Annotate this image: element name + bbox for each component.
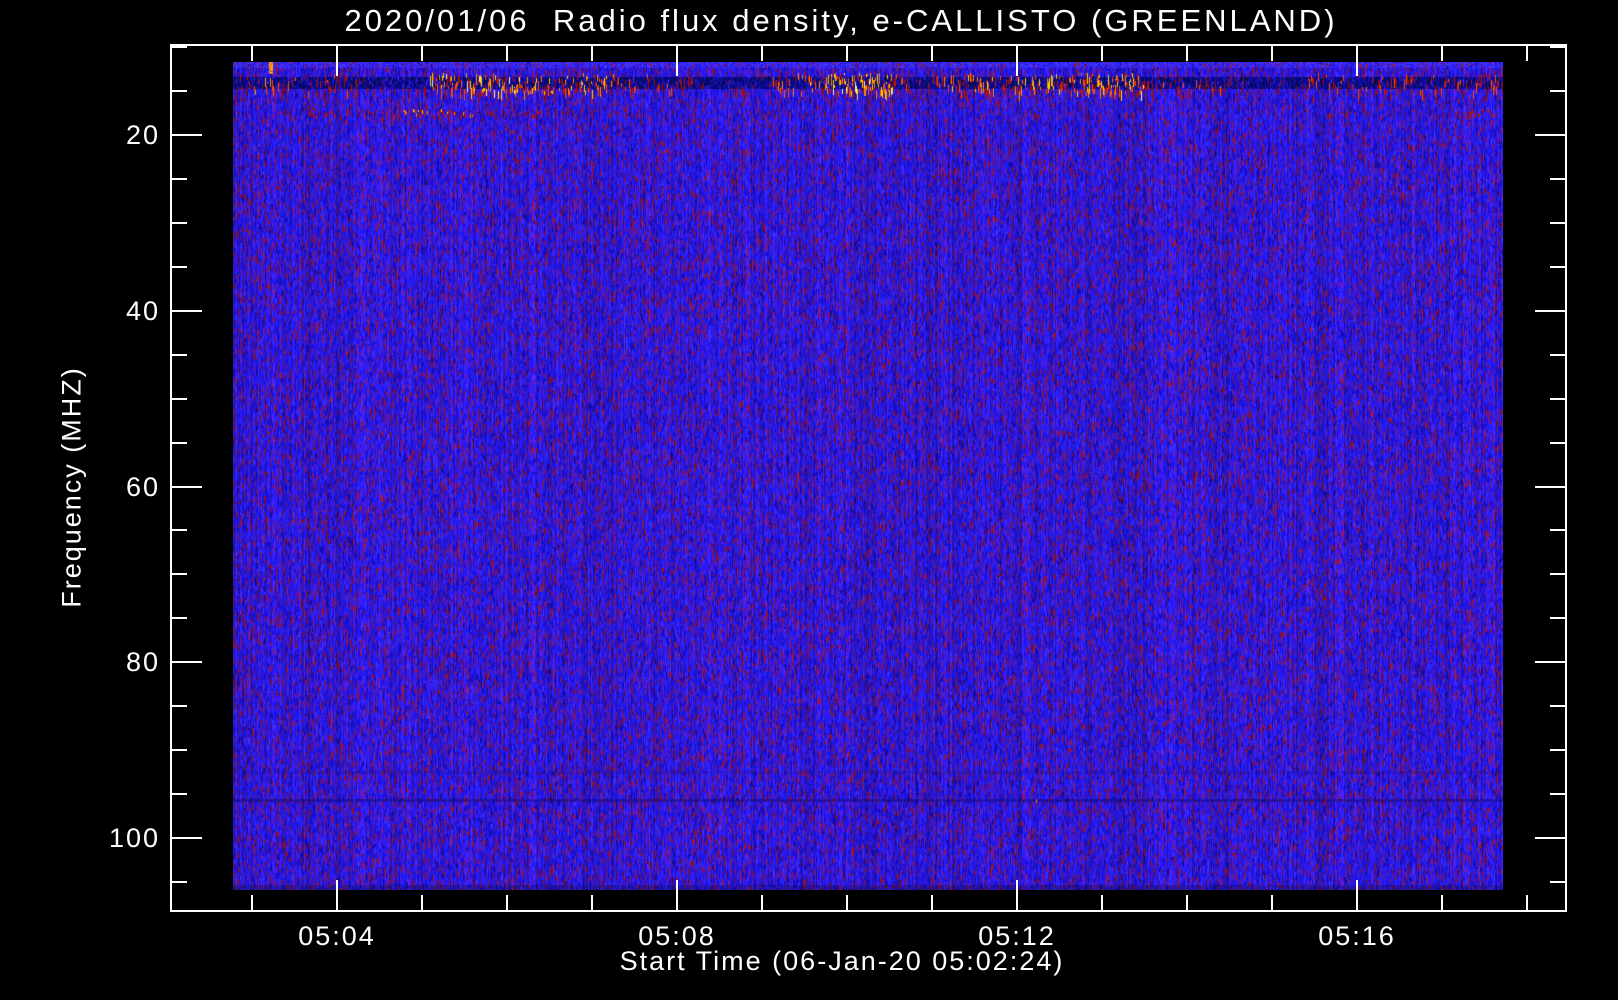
y-minor-tick-right <box>1550 441 1565 444</box>
x-minor-tick <box>591 895 593 910</box>
y-major-tick <box>172 837 202 839</box>
y-minor-tick-right <box>1550 705 1565 708</box>
x-minor-tick-top <box>1271 46 1273 61</box>
y-major-tick-right <box>1535 661 1565 664</box>
x-minor-tick-top <box>846 46 848 61</box>
y-minor-tick-right <box>1550 265 1565 268</box>
y-minor-tick <box>172 46 187 49</box>
x-minor-tick <box>1101 895 1103 910</box>
x-major-tick-top <box>676 46 678 76</box>
x-tick-label: 05:04 <box>298 921 376 951</box>
y-minor-tick <box>172 441 187 444</box>
y-major-tick-right <box>1535 309 1565 312</box>
x-minor-tick <box>1441 895 1443 910</box>
y-tick-label: 20 <box>125 120 160 150</box>
y-tick-label: 40 <box>125 295 160 326</box>
chart-title: 2020/01/06 Radio flux density, e-CALLIST… <box>344 3 1338 38</box>
y-minor-tick <box>172 749 187 752</box>
y-minor-tick <box>172 397 187 400</box>
x-minor-tick <box>1271 895 1273 910</box>
y-minor-tick-right <box>1550 617 1565 620</box>
y-minor-tick <box>172 880 187 883</box>
x-minor-tick <box>251 895 253 910</box>
spectrogram-image <box>233 62 1503 890</box>
y-minor-tick <box>172 177 187 180</box>
y-minor-tick <box>172 221 187 224</box>
y-major-tick <box>172 661 202 664</box>
x-minor-tick-top <box>421 46 423 61</box>
x-minor-tick <box>931 895 933 910</box>
y-major-tick <box>172 485 202 488</box>
y-minor-tick-right <box>1550 221 1565 224</box>
y-minor-tick <box>172 705 187 708</box>
x-major-tick <box>1016 880 1018 910</box>
y-tick-label: 60 <box>125 471 160 502</box>
y-major-tick <box>172 309 202 312</box>
x-minor-tick-top <box>591 46 593 61</box>
x-tick-label: 05:08 <box>638 921 716 951</box>
x-minor-tick <box>1526 895 1528 910</box>
x-minor-tick-top <box>1101 46 1103 61</box>
y-minor-tick-right <box>1550 529 1565 532</box>
y-minor-tick <box>172 529 187 532</box>
x-tick-label: 05:16 <box>1318 921 1396 951</box>
y-minor-tick-right <box>1550 46 1565 49</box>
y-minor-tick <box>172 793 187 796</box>
y-tick-label: 100 <box>108 823 160 853</box>
y-major-tick-right <box>1535 134 1565 136</box>
x-minor-tick-top <box>761 46 763 61</box>
x-minor-tick-top <box>931 46 933 61</box>
y-minor-tick <box>172 573 187 576</box>
x-minor-tick <box>846 895 848 910</box>
x-minor-tick <box>506 895 508 910</box>
y-minor-tick <box>172 265 187 268</box>
y-minor-tick-right <box>1550 793 1565 796</box>
x-minor-tick-top <box>1526 46 1528 61</box>
y-minor-tick-right <box>1550 397 1565 400</box>
spectrogram-page: 2020/01/06 Radio flux density, e-CALLIST… <box>0 0 1618 1000</box>
x-major-tick <box>336 880 338 910</box>
x-tick-label: 05:12 <box>978 921 1056 951</box>
y-minor-tick-right <box>1550 573 1565 576</box>
x-major-tick-top <box>336 46 338 76</box>
x-major-tick <box>1356 880 1358 910</box>
y-minor-tick-right <box>1550 880 1565 883</box>
y-major-tick-right <box>1535 485 1565 488</box>
x-minor-tick-top <box>1441 46 1443 61</box>
x-minor-tick-top <box>251 46 253 61</box>
y-minor-tick <box>172 90 187 93</box>
x-minor-tick <box>761 895 763 910</box>
x-major-tick-top <box>1356 46 1358 76</box>
x-major-tick <box>676 880 678 910</box>
y-minor-tick-right <box>1550 177 1565 180</box>
x-minor-tick-top <box>506 46 508 61</box>
y-major-tick-right <box>1535 837 1565 839</box>
y-minor-tick-right <box>1550 749 1565 752</box>
y-minor-tick-right <box>1550 90 1565 93</box>
x-minor-tick <box>1186 895 1188 910</box>
x-minor-tick <box>421 895 423 910</box>
y-major-tick <box>172 134 202 136</box>
y-minor-tick <box>172 617 187 620</box>
x-minor-tick-top <box>1186 46 1188 61</box>
x-major-tick-top <box>1016 46 1018 76</box>
y-tick-label: 80 <box>125 647 160 678</box>
y-minor-tick-right <box>1550 353 1565 356</box>
y-minor-tick <box>172 353 187 356</box>
